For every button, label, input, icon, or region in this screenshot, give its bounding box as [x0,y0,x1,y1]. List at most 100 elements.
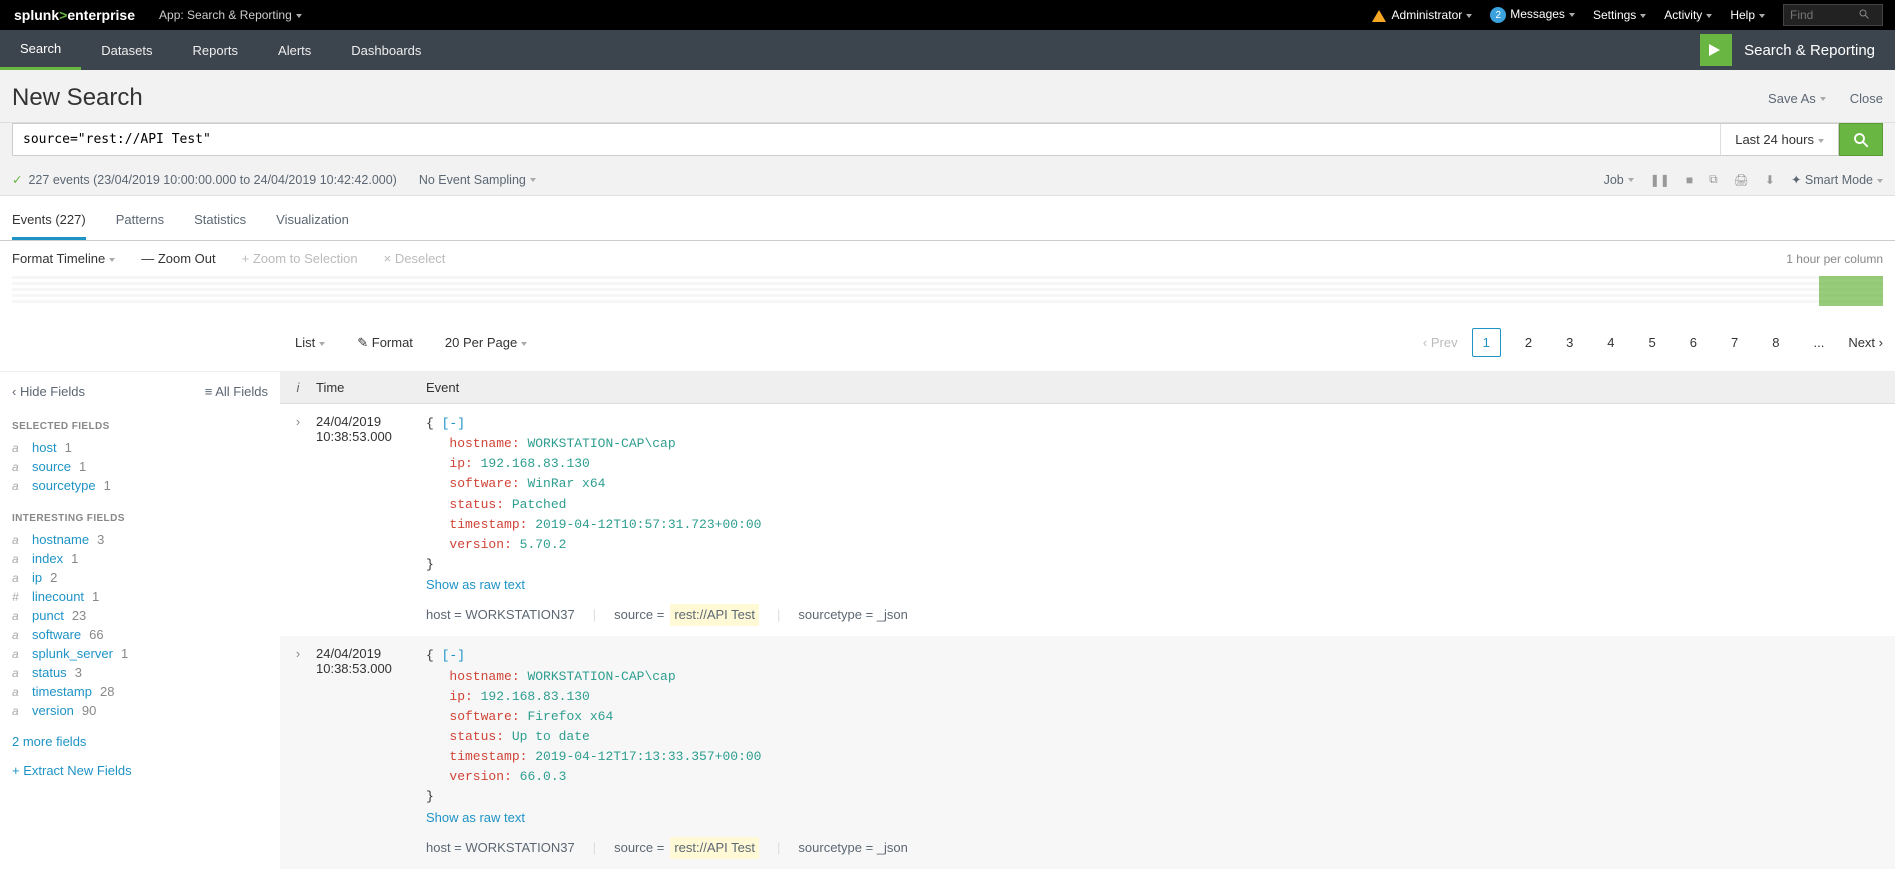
field-name[interactable]: software [32,627,81,642]
zoom-out-button[interactable]: — Zoom Out [141,251,215,266]
field-name[interactable]: index [32,551,63,566]
field-type-icon: a [12,571,24,585]
page-5[interactable]: 5 [1639,329,1666,356]
meta-sourcetype[interactable]: sourcetype = _json [798,605,907,625]
share-button[interactable]: ⧉ [1709,172,1718,187]
meta-host[interactable]: host = WORKSTATION37 [426,605,575,625]
time-range-picker[interactable]: Last 24 hours [1720,123,1839,156]
field-row-splunk_server[interactable]: asplunk_server1 [12,644,268,663]
event-time[interactable]: 24/04/201910:38:53.000 [316,414,426,626]
col-time[interactable]: Time [316,372,426,403]
show-raw-link[interactable]: Show as raw text [426,810,525,825]
page-4[interactable]: 4 [1597,329,1624,356]
tab-visualization[interactable]: Visualization [276,200,349,240]
settings-menu[interactable]: Settings [1593,8,1646,22]
job-menu[interactable]: Job [1604,173,1634,187]
tab-statistics[interactable]: Statistics [194,200,246,240]
nav-alerts[interactable]: Alerts [258,30,331,70]
expand-event-button[interactable]: › [280,646,316,858]
admin-menu[interactable]: Administrator [1372,8,1473,22]
timeline-chart[interactable] [12,276,1883,306]
stop-button[interactable]: ■ [1686,173,1693,187]
collapse-toggle[interactable]: [-] [442,416,465,431]
messages-menu[interactable]: 2Messages [1490,7,1575,24]
field-name[interactable]: status [32,665,67,680]
pause-button[interactable]: ❚❚ [1650,173,1670,187]
field-name[interactable]: timestamp [32,684,92,699]
page-8[interactable]: 8 [1762,329,1789,356]
tab-patterns[interactable]: Patterns [116,200,164,240]
event-row: ›24/04/201910:38:53.000{ [-] hostname: W… [280,636,1895,868]
meta-source[interactable]: source = rest://API Test [614,837,759,859]
save-as-button[interactable]: Save As [1768,91,1826,106]
activity-menu[interactable]: Activity [1664,8,1712,22]
search-input[interactable] [12,123,1720,156]
field-row-index[interactable]: aindex1 [12,549,268,568]
format-dropdown[interactable]: ✎ Format [357,335,413,351]
chevron-down-icon [1877,179,1883,183]
meta-sourcetype[interactable]: sourcetype = _json [798,838,907,858]
field-row-sourcetype[interactable]: asourcetype1 [12,476,268,495]
expand-event-button[interactable]: › [280,414,316,626]
all-fields-button[interactable]: ≡ All Fields [205,384,268,399]
event-time[interactable]: 24/04/201910:38:53.000 [316,646,426,858]
field-name[interactable]: punct [32,608,64,623]
field-name[interactable]: ip [32,570,42,585]
page-7[interactable]: 7 [1721,329,1748,356]
tab-events[interactable]: Events (227) [12,200,86,240]
page-header: New Search Save As Close [0,70,1895,123]
field-name[interactable]: linecount [32,589,84,604]
nav-search[interactable]: Search [0,30,81,70]
per-page-dropdown[interactable]: 20 Per Page [445,335,527,350]
field-name[interactable]: version [32,703,74,718]
hide-fields-button[interactable]: ‹ Hide Fields [12,384,85,399]
field-name[interactable]: sourcetype [32,478,96,493]
field-row-host[interactable]: ahost1 [12,438,268,457]
field-row-ip[interactable]: aip2 [12,568,268,587]
extract-fields-link[interactable]: + Extract New Fields [12,763,268,778]
nav-reports[interactable]: Reports [173,30,259,70]
nav-datasets[interactable]: Datasets [81,30,172,70]
export-button[interactable]: ⬇ [1765,173,1775,187]
show-raw-link[interactable]: Show as raw text [426,577,525,592]
collapse-toggle[interactable]: [-] [442,648,465,663]
meta-host[interactable]: host = WORKSTATION37 [426,838,575,858]
page-2[interactable]: 2 [1515,329,1542,356]
search-button[interactable] [1839,123,1883,156]
field-row-status[interactable]: astatus3 [12,663,268,682]
help-menu[interactable]: Help [1730,8,1765,22]
event-body[interactable]: { [-] hostname: WORKSTATION-CAP\cap ip: … [426,646,1895,858]
print-button[interactable]: 🖨 [1734,173,1749,187]
field-row-software[interactable]: asoftware66 [12,625,268,644]
more-fields-link[interactable]: 2 more fields [12,734,268,749]
field-name[interactable]: host [32,440,57,455]
main-area: ‹ Hide Fields ≡ All Fields SELECTED FIEL… [0,372,1895,869]
event-sampling[interactable]: No Event Sampling [419,173,536,187]
logo[interactable]: splunk>enterprise [0,7,149,23]
meta-source[interactable]: source = rest://API Test [614,604,759,626]
format-timeline[interactable]: Format Timeline [12,251,115,266]
nav-dashboards[interactable]: Dashboards [331,30,441,70]
app-menu[interactable]: App: Search & Reporting [149,8,302,22]
page-3[interactable]: 3 [1556,329,1583,356]
field-row-source[interactable]: asource1 [12,457,268,476]
field-row-linecount[interactable]: #linecount1 [12,587,268,606]
close-button[interactable]: Close [1850,91,1883,106]
events-panel: i Time Event ›24/04/201910:38:53.000{ [-… [280,372,1895,869]
find-input[interactable] [1784,8,1858,22]
page-1[interactable]: 1 [1472,328,1501,357]
field-row-hostname[interactable]: ahostname3 [12,530,268,549]
timeline-scale: 1 hour per column [1786,252,1883,266]
next-page[interactable]: Next › [1848,335,1883,350]
field-row-timestamp[interactable]: atimestamp28 [12,682,268,701]
field-name[interactable]: hostname [32,532,89,547]
field-row-punct[interactable]: apunct23 [12,606,268,625]
page-6[interactable]: 6 [1680,329,1707,356]
find-box[interactable] [1783,4,1883,26]
search-mode[interactable]: ✦ Smart Mode [1791,172,1883,187]
field-name[interactable]: source [32,459,71,474]
field-row-version[interactable]: aversion90 [12,701,268,720]
event-body[interactable]: { [-] hostname: WORKSTATION-CAP\cap ip: … [426,414,1895,626]
field-name[interactable]: splunk_server [32,646,113,661]
list-view-dropdown[interactable]: List [295,335,325,350]
